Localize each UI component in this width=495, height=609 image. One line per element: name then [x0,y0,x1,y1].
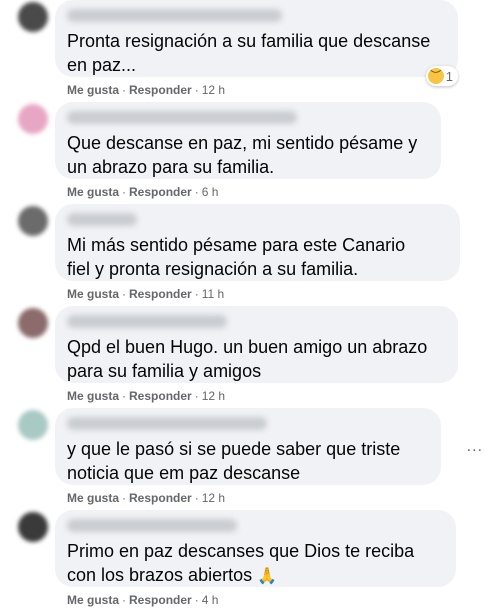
author-name-redacted[interactable] [67,519,237,532]
comment-text: y que le pasó si se puede saber que tris… [67,439,401,483]
comment-text: Mi más sentido pésame para este Canario … [67,235,406,279]
comment-text: Pronta resignación a su familia que desc… [67,31,431,75]
timestamp[interactable]: 6 h [202,185,219,199]
comment-bubble: y que le pasó si se puede saber que tris… [55,408,441,485]
comment-text: Que descanse en paz, mi sentido pésame y… [67,133,418,177]
comment-actions: Me gusta · Responder · 4 h [67,593,218,607]
timestamp[interactable]: 12 h [202,491,225,505]
comment-bubble: Primo en paz descanses que Dios te recib… [55,510,456,587]
author-name-redacted[interactable] [67,315,227,328]
like-link[interactable]: Me gusta [67,593,119,607]
like-link[interactable]: Me gusta [67,287,119,301]
author-name-redacted[interactable] [67,213,137,226]
separator: · [194,287,199,301]
author-name-redacted[interactable] [67,417,267,430]
comment-bubble: Que descanse en paz, mi sentido pésame y… [55,102,441,179]
separator: · [194,491,199,505]
like-link[interactable]: Me gusta [67,83,119,97]
reaction-count: 1 [445,68,453,84]
reply-link[interactable]: Responder [129,593,192,607]
avatar[interactable] [18,410,48,440]
separator: · [194,83,199,97]
separator: · [122,185,127,199]
separator: · [194,389,199,403]
like-link[interactable]: Me gusta [67,389,119,403]
separator: · [122,491,127,505]
comment-bubble: Qpd el buen Hugo. un buen amigo un abraz… [55,306,458,383]
reply-link[interactable]: Responder [129,491,192,505]
timestamp[interactable]: 12 h [202,389,225,403]
comment-text: Primo en paz descanses que Dios te recib… [67,539,442,589]
avatar[interactable] [18,2,48,32]
like-link[interactable]: Me gusta [67,491,119,505]
separator: · [194,185,199,199]
separator: · [194,593,199,607]
more-options-icon[interactable]: ... [467,438,483,456]
reply-link[interactable]: Responder [129,83,192,97]
separator: · [122,593,127,607]
reply-link[interactable]: Responder [129,185,192,199]
avatar[interactable] [18,512,48,542]
comment-actions: Me gusta · Responder · 11 h [67,287,224,301]
reaction-badge[interactable]: ︶ 1 [425,66,458,86]
reply-link[interactable]: Responder [129,287,192,301]
separator: · [122,389,127,403]
separator: · [122,83,127,97]
author-name-redacted[interactable] [67,9,282,22]
avatar[interactable] [18,104,48,134]
comment-text: Qpd el buen Hugo. un buen amigo un abraz… [67,337,428,381]
reply-link[interactable]: Responder [129,389,192,403]
comment-actions: Me gusta · Responder · 12 h [67,491,225,505]
timestamp[interactable]: 11 h [202,287,224,301]
comment-actions: Me gusta · Responder · 12 h [67,83,225,97]
timestamp[interactable]: 12 h [202,83,225,97]
like-link[interactable]: Me gusta [67,185,119,199]
sad-reaction-icon: ︶ [427,68,444,84]
folded-hands-icon: 🙏 [257,568,278,585]
comment-actions: Me gusta · Responder · 12 h [67,389,225,403]
comment-actions: Me gusta · Responder · 6 h [67,185,218,199]
timestamp[interactable]: 4 h [202,593,219,607]
comment-bubble: Pronta resignación a su familia que desc… [55,0,458,86]
avatar[interactable] [18,308,48,338]
author-name-redacted[interactable] [67,111,297,124]
avatar[interactable] [18,206,48,236]
comment-bubble: Mi más sentido pésame para este Canario … [55,204,460,281]
comment-text-body: Primo en paz descanses que Dios te recib… [67,541,415,585]
separator: · [122,287,127,301]
